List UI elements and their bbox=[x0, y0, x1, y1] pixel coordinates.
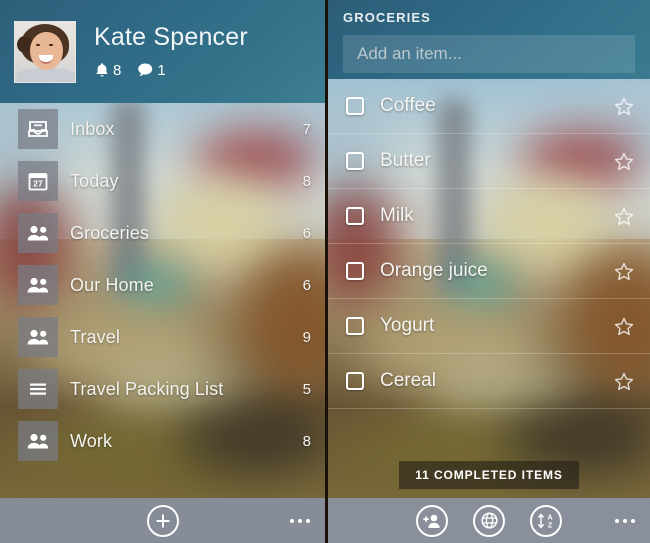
messages-badge[interactable]: 1 bbox=[137, 61, 166, 79]
more-icon[interactable] bbox=[290, 518, 310, 523]
checkbox-icon[interactable] bbox=[346, 317, 364, 335]
sidebar-item-count: 5 bbox=[302, 380, 311, 398]
sidebar-item-count: 6 bbox=[302, 276, 311, 294]
sidebar-item-count: 8 bbox=[302, 432, 311, 450]
sidebar-item-work[interactable]: Work 8 bbox=[0, 415, 325, 467]
people-icon bbox=[18, 213, 58, 253]
svg-text:Z: Z bbox=[548, 522, 553, 529]
lists-container: Inbox 7 27 Today 8 Groceries 6 Our Home … bbox=[0, 103, 325, 467]
groceries-header: 5:35 GROCERIES Add an item... bbox=[328, 0, 650, 79]
sidebar-item-count: 9 bbox=[302, 328, 311, 346]
add-icon[interactable] bbox=[146, 504, 179, 537]
sidebar-item-travel-packing-list[interactable]: Travel Packing List 5 bbox=[0, 363, 325, 415]
add-person-icon[interactable] bbox=[416, 504, 448, 537]
add-item-input[interactable]: Add an item... bbox=[343, 35, 635, 73]
profile-header-left: 5:34 Kate Spencer bbox=[0, 0, 325, 103]
calendar-icon: 27 bbox=[18, 161, 58, 201]
sidebar-item-count: 6 bbox=[302, 224, 311, 242]
completed-items-badge[interactable]: 11 COMPLETED ITEMS bbox=[328, 461, 650, 489]
inbox-icon bbox=[18, 109, 58, 149]
more-icon[interactable] bbox=[615, 518, 635, 523]
dual-phone-screenshot: 5:34 Kate Spencer bbox=[0, 0, 650, 543]
page-title: Kate Spencer bbox=[94, 22, 248, 51]
star-icon[interactable] bbox=[614, 152, 634, 171]
checkbox-icon[interactable] bbox=[346, 207, 364, 225]
checkbox-icon[interactable] bbox=[346, 97, 364, 115]
star-icon[interactable] bbox=[614, 262, 634, 281]
app-bar-left bbox=[0, 498, 325, 543]
page-title: GROCERIES bbox=[343, 10, 431, 25]
list-item-label: Orange juice bbox=[380, 260, 488, 281]
list-item-label: Yogurt bbox=[380, 315, 435, 336]
sidebar-item-label: Travel Packing List bbox=[70, 378, 224, 399]
bell-icon bbox=[94, 62, 110, 79]
phone-left-lists-screen: 5:34 Kate Spencer bbox=[0, 0, 325, 543]
people-icon bbox=[18, 421, 58, 461]
star-icon[interactable] bbox=[614, 97, 634, 116]
checkbox-icon[interactable] bbox=[346, 372, 364, 390]
sidebar-item-count: 8 bbox=[302, 172, 311, 190]
menu-icon bbox=[18, 369, 58, 409]
sidebar-item-label: Groceries bbox=[70, 222, 149, 243]
checkbox-icon[interactable] bbox=[346, 262, 364, 280]
list-item[interactable]: Butter bbox=[328, 134, 650, 189]
avatar[interactable] bbox=[14, 20, 76, 83]
list-item-label: Butter bbox=[380, 150, 431, 171]
messages-count: 1 bbox=[157, 61, 166, 79]
notifications-badge[interactable]: 8 bbox=[94, 62, 121, 79]
comment-icon bbox=[137, 62, 154, 78]
star-icon[interactable] bbox=[614, 207, 634, 226]
list-item-label: Cereal bbox=[380, 370, 436, 391]
list-item[interactable]: Orange juice bbox=[328, 244, 650, 299]
sidebar-item-label: Our Home bbox=[70, 274, 154, 295]
svg-text:27: 27 bbox=[33, 178, 43, 188]
list-item[interactable]: Yogurt bbox=[328, 299, 650, 354]
sidebar-item-groceries[interactable]: Groceries 6 bbox=[0, 207, 325, 259]
phone-right-groceries-screen: 5:35 GROCERIES Add an item... Coffee bbox=[325, 0, 650, 543]
sidebar-item-label: Today bbox=[70, 170, 119, 191]
app-bar-right: A Z bbox=[328, 498, 650, 543]
list-item-label: Coffee bbox=[380, 95, 436, 116]
sidebar-item-travel[interactable]: Travel 9 bbox=[0, 311, 325, 363]
sort-az-icon[interactable]: A Z bbox=[530, 504, 562, 537]
list-item[interactable]: Cereal bbox=[328, 354, 650, 409]
sidebar-item-count: 7 bbox=[302, 120, 311, 138]
sidebar-item-our-home[interactable]: Our Home 6 bbox=[0, 259, 325, 311]
grocery-items-container: Coffee Butter Milk Orange juice Yogurt C… bbox=[328, 79, 650, 409]
checkbox-icon[interactable] bbox=[346, 152, 364, 170]
sidebar-item-label: Work bbox=[70, 430, 113, 451]
list-item[interactable]: Coffee bbox=[328, 79, 650, 134]
completed-items-label: 11 COMPLETED ITEMS bbox=[399, 461, 579, 489]
sidebar-item-today[interactable]: 27 Today 8 bbox=[0, 155, 325, 207]
sidebar-item-label: Travel bbox=[70, 326, 120, 347]
list-item-label: Milk bbox=[380, 205, 414, 226]
list-item[interactable]: Milk bbox=[328, 189, 650, 244]
sidebar-item-label: Inbox bbox=[70, 118, 115, 139]
people-icon bbox=[18, 265, 58, 305]
sidebar-item-inbox[interactable]: Inbox 7 bbox=[0, 103, 325, 155]
globe-share-icon[interactable] bbox=[473, 504, 505, 537]
svg-text:A: A bbox=[547, 514, 552, 521]
notifications-count: 8 bbox=[113, 61, 122, 79]
add-item-placeholder: Add an item... bbox=[357, 44, 462, 63]
star-icon[interactable] bbox=[614, 317, 634, 336]
people-icon bbox=[18, 317, 58, 357]
star-icon[interactable] bbox=[614, 372, 634, 391]
